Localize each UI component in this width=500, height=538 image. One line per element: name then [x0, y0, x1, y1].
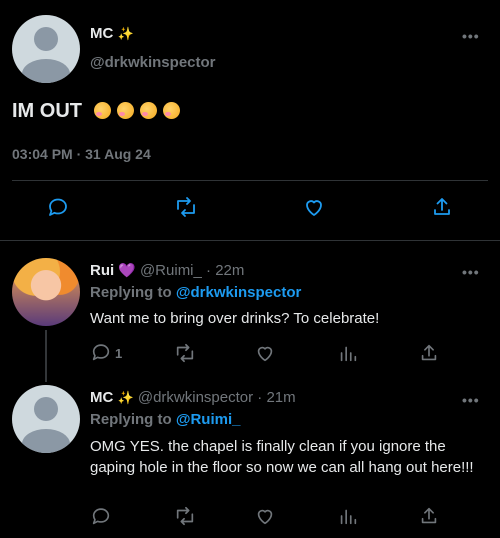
- display-name[interactable]: MC: [90, 389, 113, 406]
- share-icon[interactable]: [418, 342, 440, 369]
- purple-heart-emoji: 💜: [118, 262, 136, 278]
- party-face-emoji: [116, 102, 134, 119]
- mention-link[interactable]: @Ruimi_: [176, 411, 241, 428]
- divider: [12, 180, 488, 181]
- heart-icon[interactable]: [254, 342, 276, 369]
- tweet-text: IM OUT: [12, 100, 186, 123]
- replying-label: Replying to: [90, 284, 172, 301]
- reply-icon[interactable]: [90, 341, 112, 368]
- views-icon[interactable]: [337, 342, 359, 369]
- reply-icon[interactable]: [90, 505, 112, 532]
- more-options-icon[interactable]: •••: [462, 264, 480, 280]
- reply-time[interactable]: · 21m: [257, 389, 295, 406]
- main-author-name[interactable]: MC ✨: [90, 25, 134, 42]
- replying-to: Replying to @drkwkinspector: [90, 284, 301, 301]
- reply-text: OMG YES. the chapel is finally clean if …: [90, 438, 474, 476]
- sparkle-emoji: ✨: [117, 390, 134, 405]
- heart-icon[interactable]: [254, 505, 276, 532]
- retweet-icon[interactable]: [173, 342, 197, 369]
- share-icon[interactable]: [418, 505, 440, 532]
- more-options-icon[interactable]: •••: [462, 28, 480, 44]
- retweet-icon[interactable]: [173, 505, 197, 532]
- handle[interactable]: @drkwkinspector: [138, 389, 253, 406]
- avatar[interactable]: [12, 15, 80, 83]
- retweet-icon[interactable]: [173, 195, 199, 224]
- reply-header: Rui 💜 @Ruimi_ · 22m: [90, 262, 244, 279]
- display-name: MC: [90, 25, 114, 42]
- avatar[interactable]: [12, 258, 80, 326]
- reply-header: MC ✨ @drkwkinspector · 21m: [90, 389, 296, 406]
- share-icon[interactable]: [430, 195, 454, 224]
- handle[interactable]: @Ruimi_: [140, 262, 202, 279]
- reply-icon[interactable]: [46, 195, 70, 224]
- party-face-emoji: [139, 102, 157, 119]
- tweet-text-content: IM OUT: [12, 100, 82, 122]
- tweet-timestamp[interactable]: 03:04 PM · 31 Aug 24: [12, 146, 151, 162]
- divider: [0, 240, 500, 241]
- heart-icon[interactable]: [302, 195, 326, 224]
- party-face-emoji: [162, 102, 180, 119]
- reply-time[interactable]: · 22m: [206, 262, 244, 279]
- thread-line: [45, 330, 47, 382]
- avatar[interactable]: [12, 385, 80, 453]
- replying-to: Replying to @Ruimi_: [90, 411, 240, 428]
- replying-label: Replying to: [90, 411, 172, 428]
- main-handle[interactable]: @drkwkinspector: [90, 54, 216, 71]
- sparkle-emoji: ✨: [117, 26, 134, 41]
- mention-link[interactable]: @drkwkinspector: [176, 284, 302, 301]
- reply-text: Want me to bring over drinks? To celebra…: [90, 310, 380, 327]
- party-face-emoji: [93, 102, 111, 119]
- more-options-icon[interactable]: •••: [462, 392, 480, 408]
- party-emojis: [93, 100, 186, 122]
- views-icon[interactable]: [337, 505, 359, 532]
- reply-count: 1: [115, 346, 123, 361]
- display-name[interactable]: Rui: [90, 262, 114, 279]
